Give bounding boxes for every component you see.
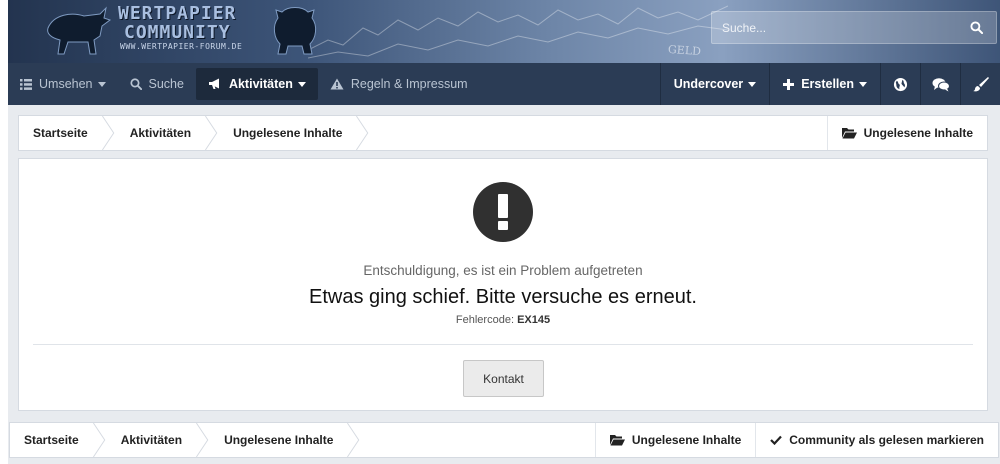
page-edge — [0, 0, 8, 464]
chevron-down-icon — [859, 81, 867, 87]
breadcrumb-label: Ungelesene Inhalte — [233, 126, 343, 140]
chevron-down-icon — [297, 81, 306, 87]
create-menu-label: Erstellen — [801, 77, 854, 91]
banner-word: GELD — [667, 42, 702, 59]
nav-item-aktivitaeten[interactable]: Aktivitäten — [195, 68, 318, 100]
plus-icon — [783, 78, 795, 90]
unread-content-label: Ungelesene Inhalte — [631, 433, 742, 447]
breadcrumb-label: Aktivitäten — [120, 433, 183, 447]
list-icon — [20, 78, 32, 90]
error-code: Fehlercode: EX145 — [19, 314, 987, 326]
bear-icon — [273, 7, 317, 55]
nav-label-suche: Suche — [148, 77, 184, 91]
user-menu-undercover[interactable]: Undercover — [659, 63, 769, 105]
nav-label-umsehen: Umsehen — [39, 77, 93, 91]
site-header: GELD WERTPAPIER COMMUNITY WWW.WERTPAPIER… — [8, 0, 1000, 63]
brush-icon — [972, 77, 989, 92]
search-icon — [129, 78, 142, 90]
error-code-label: Fehlercode: — [455, 314, 514, 326]
breadcrumb-item-aktivitaeten[interactable]: Aktivitäten — [116, 116, 205, 150]
exclamation-icon — [473, 182, 533, 242]
main-navigation: Umsehen Suche Aktivitäten Regeln & Impre… — [8, 63, 1000, 105]
logo-title-line2: COMMUNITY — [124, 22, 231, 43]
mark-community-read-label: Community als gelesen markieren — [789, 433, 984, 447]
nav-label-regeln: Regeln & Impressum — [350, 77, 468, 91]
error-code-value: EX145 — [517, 314, 551, 326]
breadcrumb-label: Ungelesene Inhalte — [224, 433, 334, 447]
error-subtitle: Entschuldigung, es ist ein Problem aufge… — [363, 263, 643, 278]
bull-icon — [47, 6, 112, 55]
folder-open-icon — [841, 128, 857, 139]
breadcrumb-separator — [92, 423, 105, 457]
mark-community-read-link[interactable]: Community als gelesen markieren — [755, 423, 998, 457]
create-menu-button[interactable]: Erstellen — [769, 63, 880, 105]
breadcrumb-label: Startseite — [33, 126, 88, 140]
unread-content-link[interactable]: Ungelesene Inhalte — [594, 423, 755, 457]
divider — [33, 344, 973, 345]
theme-button[interactable] — [960, 63, 1000, 105]
breadcrumb-item-startseite[interactable]: Startseite — [19, 116, 102, 150]
breadcrumb: Startseite Aktivitäten Ungelesene Inhalt… — [18, 115, 988, 151]
breadcrumb-separator — [101, 116, 114, 150]
breadcrumb-bottom: Startseite Aktivitäten Ungelesene Inhalt… — [9, 422, 999, 458]
error-title: Etwas ging schief. Bitte versuche es ern… — [309, 286, 697, 308]
nav-item-umsehen[interactable]: Umsehen — [8, 63, 118, 105]
nav-item-regeln[interactable]: Regeln & Impressum — [318, 63, 480, 105]
header-search — [711, 11, 997, 44]
folder-open-icon — [609, 435, 625, 446]
check-icon — [770, 435, 783, 445]
breadcrumb-item-startseite[interactable]: Startseite — [10, 423, 93, 457]
contact-button[interactable]: Kontakt — [463, 360, 544, 397]
logo-title-line1: WERTPAPIER — [118, 3, 237, 24]
stock-chart-background — [308, 5, 728, 59]
nav-label-aktivitaeten: Aktivitäten — [228, 77, 293, 91]
breadcrumb-item-aktivitaeten[interactable]: Aktivitäten — [107, 423, 196, 457]
chat-icon — [932, 77, 950, 91]
unread-content-link[interactable]: Ungelesene Inhalte — [826, 116, 987, 150]
globe-icon — [893, 77, 908, 91]
site-logo[interactable]: WERTPAPIER COMMUNITY WWW.WERTPAPIER-FORU… — [44, 2, 324, 60]
breadcrumb-separator — [196, 423, 209, 457]
search-icon — [969, 21, 983, 34]
logo-title: WERTPAPIER COMMUNITY — [118, 4, 236, 42]
user-menu-label: Undercover — [673, 77, 744, 91]
globe-button[interactable] — [880, 63, 920, 105]
breadcrumb-separator — [205, 116, 218, 150]
chat-button[interactable] — [920, 63, 960, 105]
chevron-down-icon — [748, 81, 757, 87]
chevron-down-icon — [97, 81, 106, 87]
breadcrumb-separator — [347, 423, 360, 457]
unread-content-label: Ungelesene Inhalte — [863, 126, 973, 140]
warning-icon — [330, 78, 344, 90]
search-button[interactable] — [956, 12, 996, 43]
error-panel: Entschuldigung, es ist ein Problem aufge… — [18, 158, 988, 411]
breadcrumb-item-ungelesene[interactable]: Ungelesene Inhalte — [210, 423, 347, 457]
breadcrumb-separator — [356, 116, 369, 150]
logo-subtitle: WWW.WERTPAPIER-FORUM.DE — [120, 42, 243, 51]
search-input[interactable] — [712, 12, 958, 43]
breadcrumb-label: Startseite — [24, 433, 79, 447]
megaphone-icon — [208, 78, 219, 89]
breadcrumb-label: Aktivitäten — [129, 126, 192, 140]
breadcrumb-item-ungelesene[interactable]: Ungelesene Inhalte — [219, 116, 356, 150]
nav-item-suche[interactable]: Suche — [118, 63, 196, 105]
